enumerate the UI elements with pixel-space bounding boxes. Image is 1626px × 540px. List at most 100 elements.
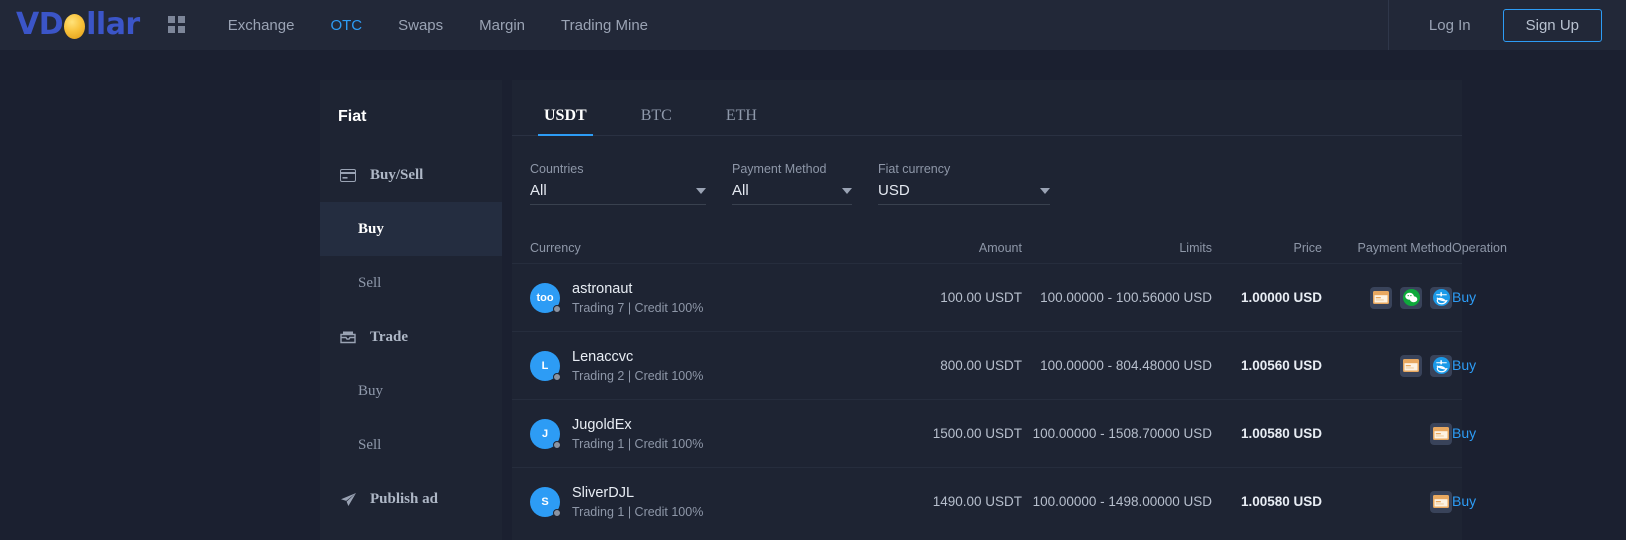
- avatar[interactable]: J: [530, 418, 561, 449]
- brand-logo[interactable]: VD llar: [10, 10, 140, 40]
- status-dot: [553, 304, 561, 313]
- offer-meta: Trading 1 | Credit 100%: [572, 436, 704, 451]
- status-dot: [553, 440, 561, 449]
- offer-username: SliverDJL: [572, 484, 635, 501]
- sidebar-item-label: Buy: [358, 220, 384, 237]
- cell-payment-methods: [1322, 490, 1452, 513]
- table-row: too astronaut Trading 7 | Credit 100% 100.0…: [512, 263, 1476, 331]
- sidebar-item-buy-sell-0[interactable]: Buy/Sell: [320, 148, 502, 202]
- buy-button[interactable]: Buy: [1452, 289, 1476, 305]
- table-row: S SliverDJL Trading 1 | Credit 100% 1490.00…: [512, 467, 1476, 535]
- nav-item-trading-mine[interactable]: Trading Mine: [543, 17, 666, 34]
- tab-btc[interactable]: BTC: [627, 107, 686, 135]
- cell-price: 1.00560 USD: [1240, 358, 1322, 373]
- tab-eth[interactable]: ETH: [712, 107, 771, 135]
- payment-icon-group: [1322, 286, 1452, 309]
- cell-price: 1.00000 USD: [1240, 290, 1322, 305]
- col-header-limits: Limits: [1179, 241, 1212, 255]
- table-row: J JugoldEx Trading 1 | Credit 100% 1500.00 …: [512, 399, 1476, 467]
- buy-button[interactable]: Buy: [1452, 425, 1476, 441]
- tab-usdt[interactable]: USDT: [530, 107, 601, 136]
- card-icon: [338, 168, 358, 182]
- nav-item-margin[interactable]: Margin: [461, 17, 543, 34]
- grid-icon[interactable]: [167, 16, 186, 34]
- col-header-amount: Amount: [978, 241, 1022, 255]
- nav-item-otc[interactable]: OTC: [312, 17, 380, 34]
- send-icon: [338, 492, 358, 507]
- sidebar-item-buy-4[interactable]: Buy: [320, 364, 502, 418]
- filter-label-payment-method: Payment Method: [732, 162, 827, 176]
- cell-price: 1.00580 USD: [1240, 426, 1322, 441]
- bank-card-icon[interactable]: [1430, 422, 1452, 445]
- nav-item-swaps[interactable]: Swaps: [380, 17, 461, 34]
- main-nav: Exchange OTC Swaps Margin Trading Mine: [210, 17, 666, 34]
- filter-payment-method: Payment Method All: [732, 162, 852, 205]
- avatar[interactable]: too: [530, 282, 561, 313]
- grid-cell: [177, 16, 185, 23]
- filter-select-countries[interactable]: All: [530, 182, 706, 205]
- header-actions: Log In Sign Up: [1387, 0, 1602, 50]
- coin-icon: [64, 13, 86, 39]
- offers-table: Currency Amount Limits Price Payment Met…: [512, 233, 1507, 535]
- signup-button[interactable]: Sign Up: [1502, 8, 1602, 42]
- logo-text-right: llar: [86, 7, 140, 42]
- col-header-currency: Currency: [530, 241, 581, 255]
- sidebar-item-label: Sell: [358, 274, 382, 291]
- filter-fiat-currency: Fiat currency USD: [878, 162, 1050, 205]
- offer-user: too astronaut Trading 7 | Credit 100%: [530, 281, 832, 315]
- app-header: VD llar Exchange OTC Swaps Margin Trading Min…: [0, 0, 1626, 50]
- asset-tabs: USDT BTC ETH: [512, 80, 1462, 136]
- bank-card-icon[interactable]: [1370, 286, 1392, 309]
- alipay-icon[interactable]: [1430, 286, 1452, 309]
- buy-button[interactable]: Buy: [1452, 357, 1476, 373]
- cell-limits: 100.00000 - 1498.00000 USD: [1032, 494, 1212, 509]
- grid-cell: [177, 26, 185, 33]
- cell-currency: L Lenaccvc Trading 2 | Credit 100%: [530, 349, 832, 383]
- sidebar-item-buy-1[interactable]: Buy: [320, 202, 502, 256]
- cell-currency: S SliverDJL Trading 1 | Credit 100%: [530, 485, 832, 519]
- avatar-initials: L: [541, 359, 549, 372]
- filter-select-payment-method[interactable]: All: [732, 182, 852, 205]
- buy-button[interactable]: Buy: [1452, 493, 1476, 509]
- filter-bar: Countries All Payment Method All Fiat curren…: [512, 136, 1462, 205]
- nav-item-exchange[interactable]: Exchange: [210, 17, 313, 34]
- cell-limits: 100.00000 - 1508.70000 USD: [1032, 426, 1212, 441]
- payment-icon-group: [1322, 422, 1452, 445]
- content-panel: USDT BTC ETH Countries All Payment Method All…: [512, 80, 1507, 540]
- page-body: Fiat Buy/Sell Buy Sell Trade Buy Sell Publish …: [0, 50, 1626, 540]
- sidebar-item-publish-ad-6[interactable]: Publish ad: [320, 472, 502, 526]
- cell-currency: J JugoldEx Trading 1 | Credit 100%: [530, 417, 832, 451]
- sidebar-item-sell-5[interactable]: Sell: [320, 418, 502, 472]
- offer-user: S SliverDJL Trading 1 | Credit 100%: [530, 485, 832, 519]
- filter-value-countries: All: [530, 182, 547, 199]
- cell-limits: 100.00000 - 100.56000 USD: [1040, 290, 1212, 305]
- chevron-down-icon: [842, 187, 852, 194]
- col-header-price: Price: [1293, 241, 1322, 255]
- cell-amount: 800.00 USDT: [940, 358, 1022, 373]
- login-link[interactable]: Log In: [1429, 17, 1471, 34]
- bank-card-icon[interactable]: [1400, 354, 1422, 377]
- cell-amount: 1490.00 USDT: [932, 494, 1022, 509]
- filter-label-countries: Countries: [530, 162, 584, 176]
- sidebar-item-trade-3[interactable]: Trade: [320, 310, 502, 364]
- cell-limits: 100.00000 - 804.48000 USD: [1040, 358, 1212, 373]
- avatar[interactable]: L: [530, 350, 561, 381]
- filter-value-fiat-currency: USD: [878, 182, 910, 199]
- cell-payment-methods: [1322, 354, 1452, 377]
- avatar[interactable]: S: [530, 486, 561, 517]
- offer-meta: Trading 2 | Credit 100%: [572, 368, 704, 383]
- offer-meta: Trading 7 | Credit 100%: [572, 300, 704, 315]
- status-dot: [553, 508, 561, 517]
- table-row: L Lenaccvc Trading 2 | Credit 100% 800.00 U…: [512, 331, 1476, 399]
- sidebar-item-sell-2[interactable]: Sell: [320, 256, 502, 310]
- table-body: too astronaut Trading 7 | Credit 100% 100.0…: [512, 263, 1476, 535]
- filter-label-fiat-currency: Fiat currency: [878, 162, 951, 176]
- offer-meta: Trading 1 | Credit 100%: [572, 504, 704, 519]
- sidebar-item-label: Sell: [358, 436, 382, 453]
- bank-card-icon[interactable]: [1430, 490, 1452, 513]
- filter-select-fiat-currency[interactable]: USD: [878, 182, 1050, 205]
- filter-value-payment-method: All: [732, 182, 749, 199]
- alipay-icon[interactable]: [1430, 354, 1452, 377]
- cell-payment-methods: [1322, 286, 1452, 309]
- wechat-pay-icon[interactable]: [1400, 286, 1422, 309]
